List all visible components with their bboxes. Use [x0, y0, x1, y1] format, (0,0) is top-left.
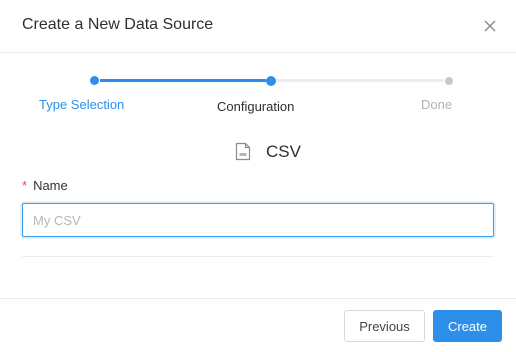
close-icon[interactable]: [480, 16, 500, 36]
file-icon: [235, 142, 251, 166]
name-field-label: * Name: [22, 178, 68, 193]
create-data-source-dialog: Create a New Data Source Type Selection …: [0, 0, 516, 352]
step-dot-configuration: [266, 76, 276, 86]
required-mark: *: [22, 178, 28, 193]
dialog-title: Create a New Data Source: [22, 16, 214, 33]
footer-divider: [0, 298, 516, 299]
step-dot-done: [445, 77, 453, 85]
form-divider: [22, 256, 494, 257]
step-label-type-selection: Type Selection: [39, 97, 125, 112]
dialog-header: Create a New Data Source: [0, 0, 516, 53]
step-connector-done: [100, 79, 266, 82]
step-dot-type-selection: [90, 76, 99, 85]
data-source-type-name: CSV: [266, 142, 301, 161]
name-label-text: Name: [33, 178, 68, 193]
create-button[interactable]: Create: [433, 310, 502, 342]
step-label-done: Done: [421, 97, 453, 112]
previous-button[interactable]: Previous: [344, 310, 425, 342]
step-connector-pending: [276, 79, 444, 82]
step-label-configuration: Configuration: [217, 99, 295, 114]
name-input[interactable]: [22, 203, 494, 237]
